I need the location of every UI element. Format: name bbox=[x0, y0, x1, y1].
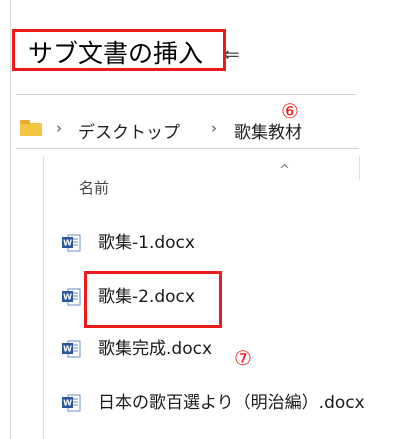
title-highlight-box bbox=[12, 29, 226, 71]
file-row[interactable]: W 日本の歌百選より（明治編）.docx bbox=[62, 392, 402, 416]
file-row[interactable]: W 歌集-1.docx bbox=[62, 232, 402, 256]
column-header-name[interactable]: 名前 bbox=[79, 177, 109, 198]
callout-number-six: ⑥ bbox=[281, 99, 299, 123]
file-row[interactable]: W 歌集完成.docx bbox=[62, 338, 402, 362]
header-column-divider bbox=[359, 156, 360, 180]
svg-text:W: W bbox=[63, 399, 72, 408]
window-left-edge bbox=[0, 0, 11, 439]
svg-text:W: W bbox=[63, 239, 72, 248]
file-picker-dialog: サブ文書の挿入 ⇐ › デスクトップ › 歌集教材 ⑥ ^ 名前 W 歌集-1.… bbox=[0, 0, 411, 439]
svg-text:W: W bbox=[63, 345, 72, 354]
word-document-icon: W bbox=[62, 394, 81, 412]
file-highlight-box bbox=[84, 271, 222, 328]
list-left-border bbox=[43, 156, 44, 439]
chevron-right-icon[interactable]: › bbox=[56, 119, 62, 137]
title-divider bbox=[16, 94, 356, 95]
breadcrumb-item-desktop[interactable]: デスクトップ bbox=[78, 118, 180, 143]
breadcrumb[interactable]: › デスクトップ › 歌集教材 bbox=[12, 113, 358, 146]
file-name[interactable]: 日本の歌百選より（明治編）.docx bbox=[98, 392, 365, 414]
svg-text:W: W bbox=[63, 293, 72, 302]
breadcrumb-divider bbox=[16, 148, 359, 149]
file-name[interactable]: 歌集-1.docx bbox=[98, 232, 195, 254]
callout-number-seven: ⑦ bbox=[234, 346, 252, 370]
file-name[interactable]: 歌集完成.docx bbox=[98, 338, 212, 360]
word-document-icon: W bbox=[62, 234, 81, 252]
folder-icon bbox=[20, 120, 42, 136]
sort-ascending-icon[interactable]: ^ bbox=[279, 163, 290, 178]
chevron-right-icon[interactable]: › bbox=[211, 119, 217, 137]
word-document-icon: W bbox=[62, 288, 81, 306]
word-document-icon: W bbox=[62, 340, 81, 358]
